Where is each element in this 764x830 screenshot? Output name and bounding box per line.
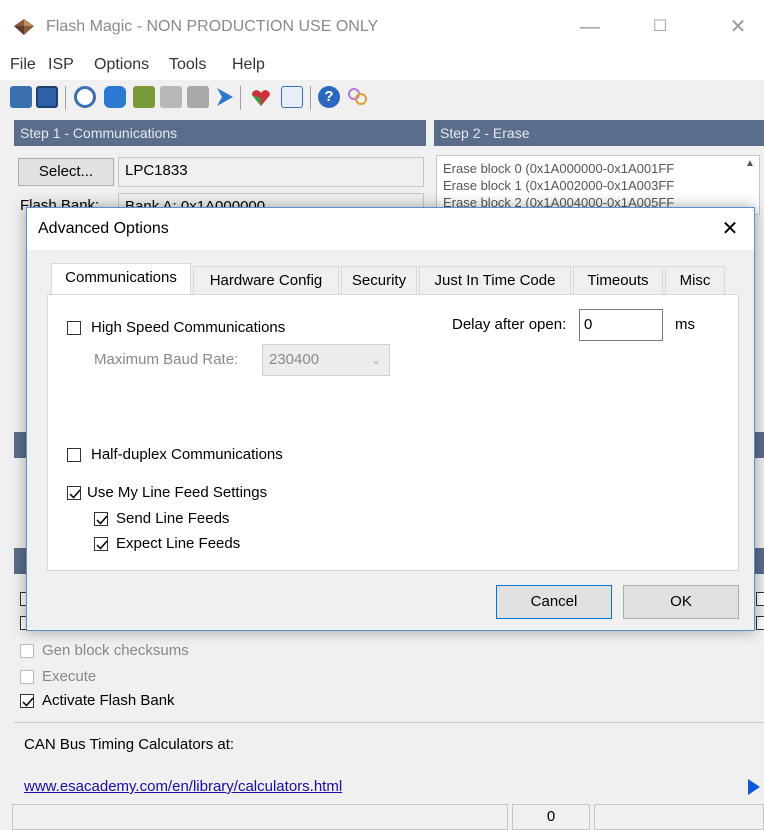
option-checkbox[interactable] bbox=[756, 616, 764, 630]
expect-line-feeds-label: Expect Line Feeds bbox=[116, 535, 241, 552]
half-duplex-checkbox[interactable] bbox=[67, 448, 81, 462]
save-icon[interactable] bbox=[36, 86, 58, 108]
menu-tools[interactable]: Tools bbox=[169, 56, 206, 74]
step1-header: Step 1 - Communications bbox=[14, 120, 426, 146]
half-duplex-label: Half-duplex Communications bbox=[91, 446, 283, 463]
use-line-feed-checkbox[interactable] bbox=[67, 486, 81, 500]
maximize-button[interactable]: ☐ bbox=[640, 12, 680, 42]
select-device-button[interactable]: Select... bbox=[18, 158, 114, 186]
delay-input[interactable]: 0 bbox=[579, 309, 663, 341]
blank-check-icon[interactable] bbox=[187, 86, 209, 108]
tab-hardware-config[interactable]: Hardware Config bbox=[193, 266, 339, 294]
window-icon[interactable] bbox=[281, 86, 303, 108]
can-bus-link[interactable]: www.esacademy.com/en/library/calculators… bbox=[24, 778, 342, 795]
menu-options[interactable]: Options bbox=[94, 56, 149, 74]
dialog-close-button[interactable]: ✕ bbox=[715, 216, 745, 242]
use-line-feed-label: Use My Line Feed Settings bbox=[87, 484, 268, 501]
step6-header-edge bbox=[755, 548, 764, 574]
tab-just-in-time-code[interactable]: Just In Time Code bbox=[419, 266, 571, 294]
dialog-title: Advanced Options bbox=[38, 220, 169, 237]
high-speed-checkbox[interactable] bbox=[67, 321, 81, 335]
step4-header-edge bbox=[755, 432, 764, 458]
communications-panel: High Speed Communications Maximum Baud R… bbox=[47, 294, 739, 571]
help-icon[interactable]: ? bbox=[318, 86, 340, 108]
delay-label: Delay after open: bbox=[452, 316, 567, 333]
find-device-icon[interactable] bbox=[74, 86, 96, 108]
gen-checksums-checkbox[interactable] bbox=[20, 644, 34, 658]
menu-file[interactable]: File bbox=[10, 56, 36, 74]
menu-help[interactable]: Help bbox=[232, 56, 265, 74]
can-bus-text: CAN Bus Timing Calculators at: bbox=[24, 736, 235, 753]
hex-icon[interactable] bbox=[250, 86, 272, 108]
database-icon[interactable] bbox=[104, 86, 126, 108]
status-extra bbox=[594, 804, 764, 830]
option-checkbox[interactable] bbox=[756, 592, 764, 606]
send-line-feeds-checkbox[interactable] bbox=[94, 512, 108, 526]
app-icon bbox=[14, 19, 34, 35]
step5-header-edge bbox=[14, 548, 26, 574]
status-count: 0 bbox=[512, 804, 590, 830]
window-title: Flash Magic - NON PRODUCTION USE ONLY bbox=[46, 18, 379, 35]
minimize-button[interactable]: — bbox=[570, 12, 610, 42]
max-baud-select[interactable]: 230400 ⌄ bbox=[262, 344, 390, 376]
high-speed-label: High Speed Communications bbox=[91, 319, 286, 336]
send-line-feeds-label: Send Line Feeds bbox=[116, 510, 230, 527]
toolbar-separator bbox=[65, 86, 66, 110]
ok-button[interactable]: OK bbox=[623, 585, 739, 619]
execute-checkbox[interactable] bbox=[20, 670, 34, 684]
list-item[interactable]: Erase block 0 (0x1A000000-0x1A001FF bbox=[437, 156, 759, 177]
play-arrow-icon[interactable] bbox=[748, 779, 760, 795]
max-baud-label: Maximum Baud Rate: bbox=[94, 351, 239, 368]
activate-flash-bank-checkbox[interactable] bbox=[20, 694, 34, 708]
tab-timeouts[interactable]: Timeouts bbox=[573, 266, 663, 294]
list-item[interactable]: Erase block 1 (0x1A002000-0x1A003FF bbox=[437, 177, 759, 194]
go-icon[interactable] bbox=[213, 86, 235, 108]
tab-security[interactable]: Security bbox=[341, 266, 417, 294]
tab-communications[interactable]: Communications bbox=[51, 263, 191, 295]
open-icon[interactable] bbox=[10, 86, 32, 108]
erase-icon[interactable] bbox=[133, 86, 155, 108]
users-icon[interactable] bbox=[346, 86, 368, 108]
toolbar-separator bbox=[310, 86, 311, 110]
delay-unit: ms bbox=[675, 316, 695, 333]
verify-icon[interactable] bbox=[160, 86, 182, 108]
execute-label: Execute bbox=[42, 668, 97, 685]
divider bbox=[14, 722, 764, 723]
device-field: LPC1833 bbox=[118, 157, 424, 187]
max-baud-value: 230400 bbox=[269, 351, 320, 368]
cancel-button[interactable]: Cancel bbox=[496, 585, 612, 619]
close-button[interactable]: ✕ bbox=[718, 12, 758, 42]
expect-line-feeds-checkbox[interactable] bbox=[94, 537, 108, 551]
gen-checksums-label: Gen block checksums bbox=[42, 642, 189, 659]
advanced-options-dialog: Advanced Options ✕ Communications Hardwa… bbox=[26, 207, 755, 631]
status-message bbox=[12, 804, 508, 830]
toolbar-separator bbox=[240, 86, 241, 110]
step3-header-edge bbox=[14, 432, 26, 458]
chevron-down-icon: ⌄ bbox=[370, 353, 381, 367]
scroll-up-icon[interactable]: ▲ bbox=[745, 158, 759, 172]
tab-misc[interactable]: Misc bbox=[665, 266, 725, 294]
activate-flash-bank-label: Activate Flash Bank bbox=[42, 692, 175, 709]
step2-header: Step 2 - Erase bbox=[434, 120, 764, 146]
menu-isp[interactable]: ISP bbox=[48, 56, 74, 74]
erase-block-list[interactable]: Erase block 0 (0x1A000000-0x1A001FF Eras… bbox=[436, 155, 760, 215]
